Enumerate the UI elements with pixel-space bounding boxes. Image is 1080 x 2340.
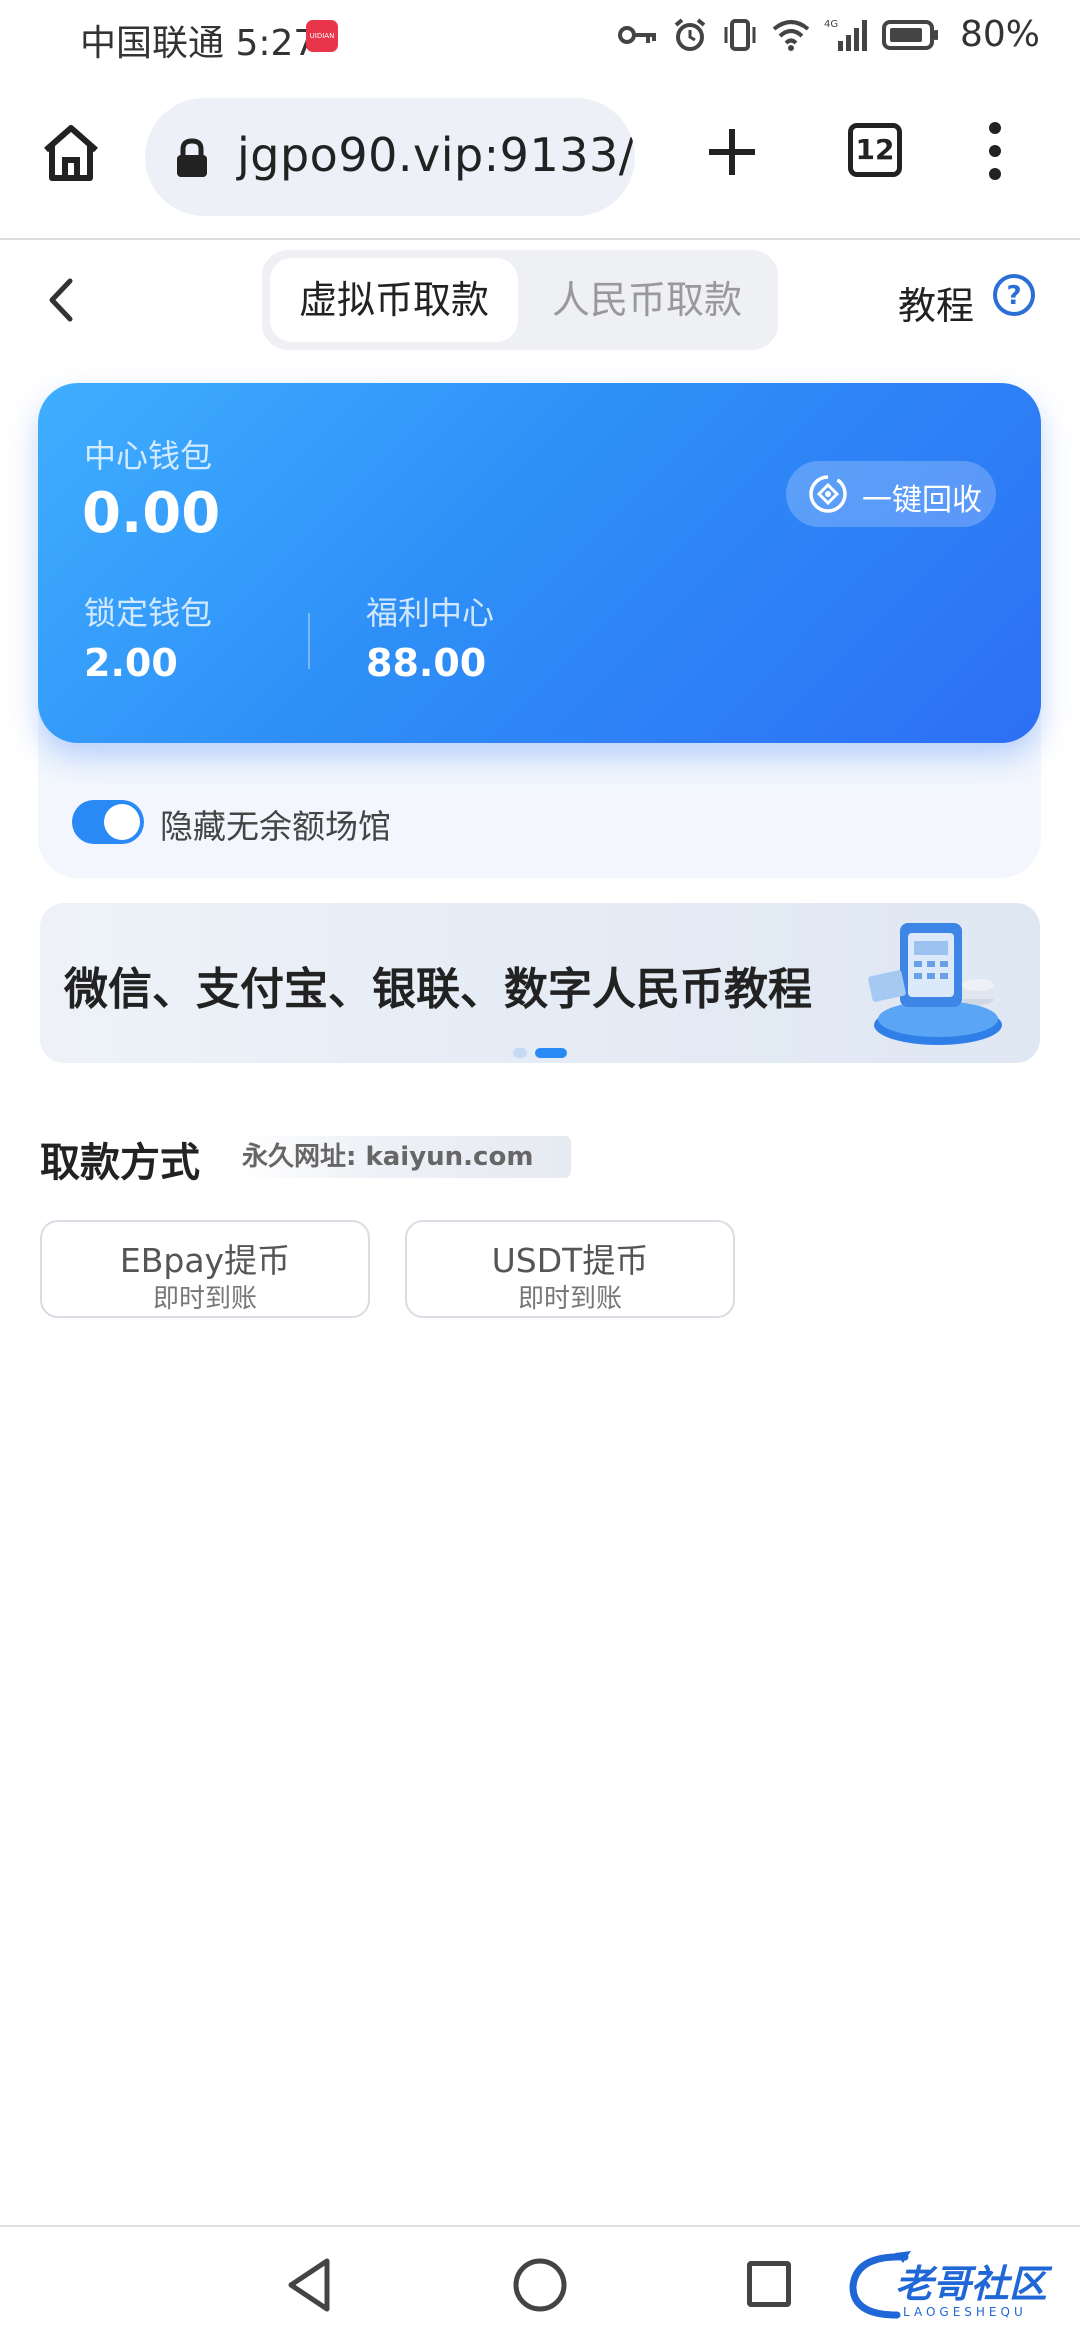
signal-icon: 4G: [824, 19, 867, 51]
welfare-center-balance: 88.00: [366, 641, 487, 685]
watermark-subtext: LAOGESHEQU: [903, 2305, 1027, 2319]
toggle-knob: [104, 804, 140, 840]
wifi-icon: [772, 19, 810, 51]
app-notification-icon: UIDIAN: [306, 20, 338, 52]
payment-terminal-illustration: [868, 923, 1002, 1045]
key-icon: [617, 25, 656, 44]
method-subtitle: 即时到账: [152, 1284, 257, 1314]
tutorial-link[interactable]: 教程: [898, 275, 974, 330]
system-nav-bar: 老哥社区 LAOGESHEQU: [0, 2225, 1080, 2340]
hide-empty-venues-label: 隐藏无余额场馆: [160, 807, 391, 846]
tab-switcher-button[interactable]: 12: [848, 123, 902, 177]
banner-text: 微信、支付宝、银联、数字人民币教程: [64, 964, 812, 1015]
locked-wallet-balance: 2.00: [84, 641, 178, 685]
browser-toolbar: jgpo90.vip:9133/r 12: [0, 90, 1080, 240]
withdraw-methods-title: 取款方式: [40, 1140, 200, 1186]
central-wallet-label: 中心钱包: [84, 437, 213, 475]
lock-icon: [177, 138, 207, 177]
central-wallet-balance: 0.00: [82, 481, 221, 546]
carrier-time: 中国联通 5:27: [80, 23, 317, 64]
wallet-card: 中心钱包 0.00 锁定钱包 2.00 福利中心 88.00 一键回收: [38, 383, 1041, 743]
carousel-dot-active[interactable]: [535, 1048, 567, 1058]
alarm-icon: [674, 17, 706, 51]
back-arrow-icon[interactable]: [40, 275, 84, 325]
nav-back-icon[interactable]: [285, 2257, 333, 2313]
nav-home-icon[interactable]: [512, 2257, 568, 2313]
hide-empty-venues-toggle[interactable]: [72, 800, 144, 844]
page-header: 虚拟币取款 人民币取款 教程 ?: [0, 245, 1080, 355]
welfare-center-label: 福利中心: [366, 594, 495, 632]
battery-percent: 80%: [959, 14, 1040, 55]
one-click-recover-button[interactable]: 一键回收: [786, 461, 996, 527]
locked-wallet-label: 锁定钱包: [84, 594, 213, 632]
method-subtitle: 即时到账: [517, 1284, 622, 1314]
url-text[interactable]: jgpo90.vip:9133/r: [237, 128, 635, 182]
ebpay-withdraw-button[interactable]: EBpay提币 即时到账: [40, 1220, 370, 1318]
carousel-dot[interactable]: [513, 1048, 527, 1058]
withdraw-type-switch: 虚拟币取款 人民币取款: [262, 250, 778, 350]
nav-recent-apps-icon[interactable]: [747, 2261, 791, 2307]
status-bar: 中国联通 5:27 UIDIAN 4G 80%: [0, 0, 1080, 76]
watermark-logo: 老哥社区 LAOGESHEQU: [845, 2247, 1075, 2327]
svg-text:?: ?: [1006, 281, 1021, 311]
recover-icon: [809, 475, 847, 513]
tab-crypto-withdraw[interactable]: 虚拟币取款: [270, 258, 518, 342]
method-title: USDT提币: [491, 1241, 649, 1280]
help-icon[interactable]: ?: [992, 273, 1036, 317]
wallet-divider: [308, 613, 310, 669]
home-icon[interactable]: [40, 122, 102, 184]
address-bar[interactable]: jgpo90.vip:9133/r: [145, 98, 635, 216]
tab-rmb-withdraw[interactable]: 人民币取款: [524, 258, 770, 342]
vibrate-icon: [724, 18, 756, 51]
permanent-url-tag: 永久网址: kaiyun.com: [238, 1136, 572, 1178]
wallet-section: 中心钱包 0.00 锁定钱包 2.00 福利中心 88.00 一键回收 隐藏无余…: [38, 383, 1041, 878]
usdt-withdraw-button[interactable]: USDT提币 即时到账: [405, 1220, 735, 1318]
tutorial-banner[interactable]: 微信、支付宝、银联、数字人民币教程: [40, 903, 1040, 1063]
new-tab-icon[interactable]: [705, 125, 759, 179]
method-title: EBpay提币: [119, 1241, 291, 1280]
battery-icon: [881, 19, 938, 50]
svg-text:4G: 4G: [824, 19, 838, 30]
status-icons: 4G 80%: [617, 14, 1040, 55]
watermark-text: 老哥社区: [895, 2262, 1048, 2306]
more-menu-icon[interactable]: [980, 120, 1010, 182]
recover-label: 一键回收: [862, 483, 982, 518]
